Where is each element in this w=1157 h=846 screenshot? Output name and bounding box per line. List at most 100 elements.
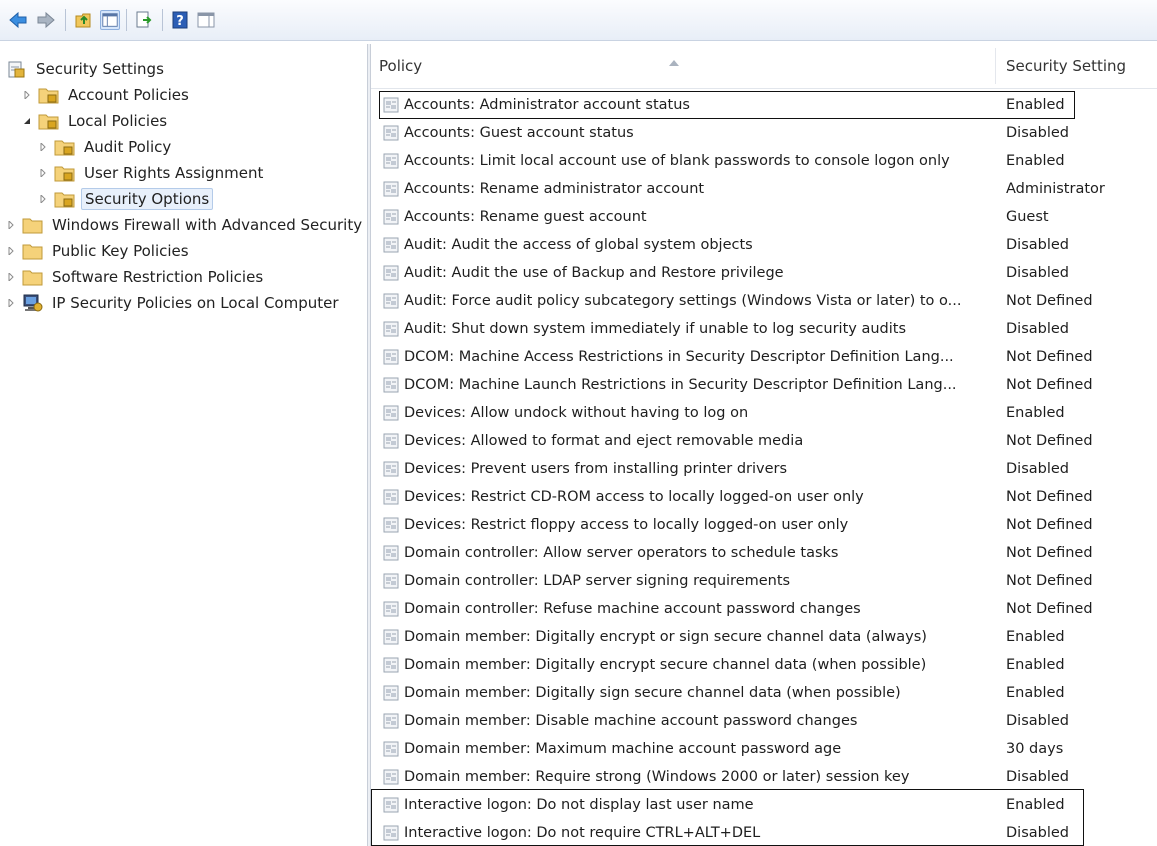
- policy-setting-icon: [383, 405, 399, 421]
- security-setting-value: Guest: [1006, 209, 1049, 225]
- security-setting-value: Enabled: [1006, 97, 1065, 113]
- help-icon[interactable]: ?: [170, 10, 190, 30]
- table-row[interactable]: Audit: Audit the access of global system…: [371, 231, 1157, 259]
- folder-icon: [22, 215, 44, 235]
- tree-node-local-policies[interactable]: Local Policies: [22, 108, 170, 134]
- table-row[interactable]: Domain member: Digitally sign secure cha…: [371, 679, 1157, 707]
- expand-arrow-icon[interactable]: [38, 194, 48, 204]
- policy-setting-icon: [383, 433, 399, 449]
- expand-arrow-icon[interactable]: [38, 142, 48, 152]
- collapse-arrow-icon[interactable]: [22, 116, 32, 126]
- table-row[interactable]: Domain member: Require strong (Windows 2…: [371, 763, 1157, 791]
- expand-arrow-icon[interactable]: [38, 168, 48, 178]
- security-setting-value: Not Defined: [1006, 573, 1093, 589]
- expand-arrow-icon[interactable]: [6, 298, 16, 308]
- security-setting-value: Disabled: [1006, 237, 1069, 253]
- table-row[interactable]: DCOM: Machine Access Restrictions in Sec…: [371, 343, 1157, 371]
- policy-setting-icon: [383, 461, 399, 477]
- table-row[interactable]: Interactive logon: Do not require CTRL+A…: [371, 819, 1157, 846]
- table-row[interactable]: Audit: Force audit policy subcategory se…: [371, 287, 1157, 315]
- tree-node-security-options[interactable]: Security Options: [38, 186, 214, 212]
- policy-name: Domain member: Require strong (Windows 2…: [404, 769, 910, 785]
- tree-label: Audit Policy: [84, 138, 172, 156]
- policy-folder-icon: [54, 163, 76, 183]
- security-setting-value: Disabled: [1006, 713, 1069, 729]
- table-row[interactable]: Devices: Restrict CD-ROM access to local…: [371, 483, 1157, 511]
- tree-node-windows-firewall[interactable]: Windows Firewall with Advanced Security: [6, 212, 365, 238]
- tree-label: Public Key Policies: [52, 242, 189, 260]
- security-setting-value: 30 days: [1006, 741, 1064, 757]
- column-header-policy[interactable]: Policy: [379, 44, 422, 88]
- table-row[interactable]: Domain controller: LDAP server signing r…: [371, 567, 1157, 595]
- back-arrow-icon[interactable]: [8, 10, 28, 30]
- table-row[interactable]: Domain member: Disable machine account p…: [371, 707, 1157, 735]
- security-setting-value: Enabled: [1006, 629, 1065, 645]
- forward-arrow-icon[interactable]: [36, 10, 56, 30]
- security-setting-value: Enabled: [1006, 685, 1065, 701]
- security-setting-value: Disabled: [1006, 769, 1069, 785]
- table-row[interactable]: Domain controller: Refuse machine accoun…: [371, 595, 1157, 623]
- column-header-security-setting[interactable]: Security Setting: [1006, 44, 1126, 88]
- table-row[interactable]: Domain member: Digitally encrypt or sign…: [371, 623, 1157, 651]
- policy-folder-icon: [38, 85, 60, 105]
- tree-node-security-settings[interactable]: Security Settings: [6, 56, 167, 82]
- security-setting-value: Enabled: [1006, 153, 1065, 169]
- policy-setting-icon: [383, 741, 399, 757]
- table-row[interactable]: Devices: Allowed to format and eject rem…: [371, 427, 1157, 455]
- security-setting-value: Not Defined: [1006, 433, 1093, 449]
- expand-arrow-icon[interactable]: [6, 246, 16, 256]
- tree-label: Local Policies: [68, 112, 168, 130]
- tree-node-user-rights-assignment[interactable]: User Rights Assignment: [38, 160, 266, 186]
- policy-name: Domain controller: LDAP server signing r…: [404, 573, 791, 589]
- table-row[interactable]: Devices: Prevent users from installing p…: [371, 455, 1157, 483]
- security-setting-value: Disabled: [1006, 825, 1069, 841]
- tree-node-account-policies[interactable]: Account Policies: [22, 82, 192, 108]
- table-row[interactable]: DCOM: Machine Launch Restrictions in Sec…: [371, 371, 1157, 399]
- table-row[interactable]: Accounts: Guest account status Disabled: [371, 119, 1157, 147]
- export-list-icon[interactable]: [134, 10, 154, 30]
- policy-setting-icon: [383, 237, 399, 253]
- table-row[interactable]: Audit: Shut down system immediately if u…: [371, 315, 1157, 343]
- table-row[interactable]: Domain member: Maximum machine account p…: [371, 735, 1157, 763]
- policy-name: Devices: Restrict floppy access to local…: [404, 517, 849, 533]
- up-folder-icon[interactable]: [74, 10, 94, 30]
- security-settings-icon: [6, 59, 28, 79]
- policy-name: Domain member: Disable machine account p…: [404, 713, 858, 729]
- table-row[interactable]: Interactive logon: Do not display last u…: [371, 791, 1157, 819]
- table-row[interactable]: Accounts: Rename administrator account Ad…: [371, 175, 1157, 203]
- tree-label: Account Policies: [68, 86, 189, 104]
- show-action-pane-icon[interactable]: [196, 10, 216, 30]
- policy-folder-icon: [54, 189, 76, 209]
- security-setting-value: Administrator: [1006, 181, 1105, 197]
- policy-setting-icon: [383, 153, 399, 169]
- tree-node-software-restriction-policies[interactable]: Software Restriction Policies: [6, 264, 266, 290]
- policy-setting-icon: [383, 657, 399, 673]
- policy-setting-icon: [383, 489, 399, 505]
- policy-setting-icon: [383, 685, 399, 701]
- expand-arrow-icon[interactable]: [6, 220, 16, 230]
- tree-node-ip-security-policies[interactable]: IP Security Policies on Local Computer: [6, 290, 342, 316]
- policy-name: Audit: Force audit policy subcategory se…: [404, 293, 962, 309]
- policy-setting-icon: [383, 377, 399, 393]
- table-row[interactable]: Devices: Allow undock without having to …: [371, 399, 1157, 427]
- table-row[interactable]: Devices: Restrict floppy access to local…: [371, 511, 1157, 539]
- table-row[interactable]: Domain member: Digitally encrypt secure …: [371, 651, 1157, 679]
- security-setting-value: Not Defined: [1006, 601, 1093, 617]
- show-hide-console-tree-icon[interactable]: [100, 10, 120, 30]
- tree-node-public-key-policies[interactable]: Public Key Policies: [6, 238, 192, 264]
- expand-arrow-icon[interactable]: [22, 90, 32, 100]
- table-row[interactable]: Accounts: Limit local account use of bla…: [371, 147, 1157, 175]
- table-row[interactable]: Domain controller: Allow server operator…: [371, 539, 1157, 567]
- policy-setting-icon: [383, 797, 399, 813]
- policy-name: Devices: Restrict CD-ROM access to local…: [404, 489, 864, 505]
- table-row[interactable]: Accounts: Rename guest account Guest: [371, 203, 1157, 231]
- folder-icon: [22, 267, 44, 287]
- expand-arrow-icon[interactable]: [6, 272, 16, 282]
- column-divider[interactable]: [995, 48, 996, 84]
- table-row[interactable]: Accounts: Administrator account status En…: [371, 91, 1157, 119]
- tree-node-audit-policy[interactable]: Audit Policy: [38, 134, 174, 160]
- policy-setting-icon: [383, 97, 399, 113]
- security-setting-value: Enabled: [1006, 405, 1065, 421]
- table-row[interactable]: Audit: Audit the use of Backup and Resto…: [371, 259, 1157, 287]
- policy-setting-icon: [383, 517, 399, 533]
